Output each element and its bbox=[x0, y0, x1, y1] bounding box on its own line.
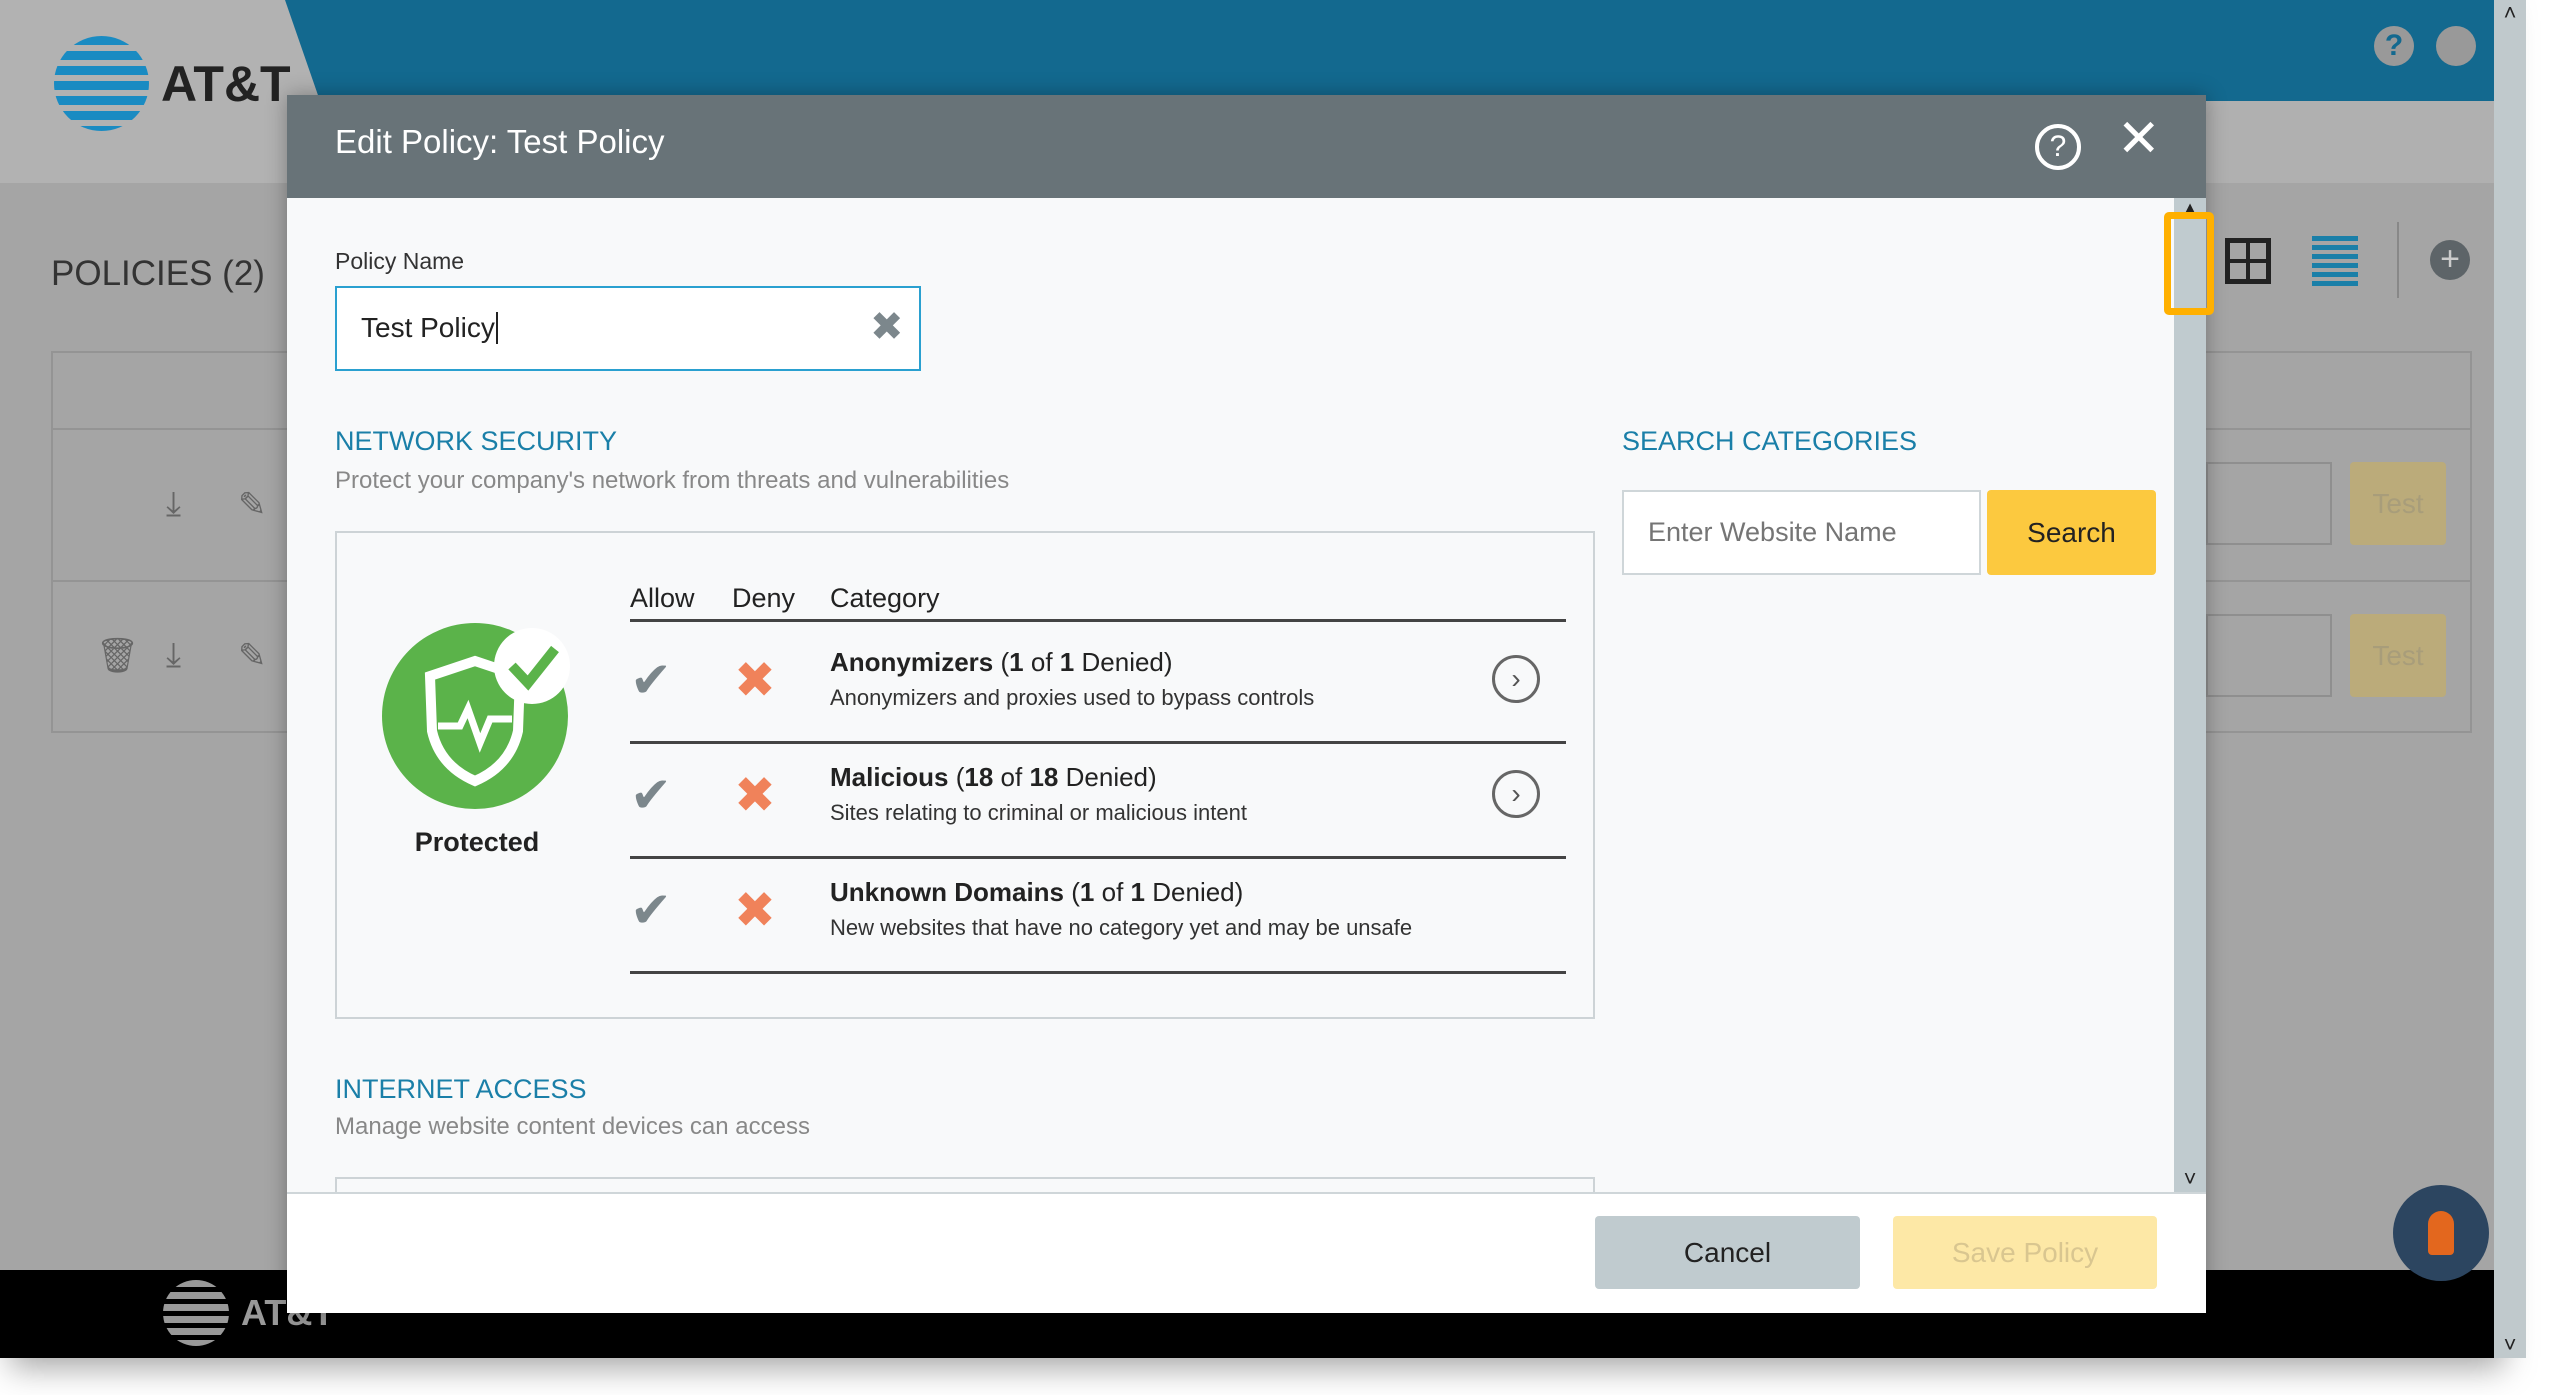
scrollbar-thumb-highlight[interactable] bbox=[2164, 212, 2214, 315]
chat-assistant-button[interactable] bbox=[2393, 1185, 2489, 1281]
dialog-footer: Cancel Save Policy bbox=[287, 1192, 2206, 1313]
download-icon[interactable]: ⤓ bbox=[166, 636, 181, 675]
top-header bbox=[0, 0, 2494, 101]
scroll-up-icon[interactable]: ˄ bbox=[2494, 0, 2526, 26]
category-description: New websites that have no category yet a… bbox=[830, 915, 1413, 940]
allow-check-icon[interactable]: ✔ bbox=[630, 766, 672, 824]
category-description: Sites relating to criminal or malicious … bbox=[830, 800, 1247, 825]
dialog-header: Edit Policy: Test Policy ? ✕ bbox=[287, 95, 2206, 198]
website-search-input[interactable] bbox=[1622, 490, 1981, 575]
edit-policy-dialog: Edit Policy: Test Policy ? ✕ Policy Name… bbox=[287, 95, 2214, 1313]
search-categories-title: SEARCH CATEGORIES bbox=[1622, 426, 1918, 456]
category-title: Malicious (18 of 18 Denied) bbox=[830, 762, 1157, 792]
category-title: Unknown Domains (1 of 1 Denied) bbox=[830, 877, 1244, 907]
internet-access-panel bbox=[335, 1177, 1595, 1192]
cancel-button[interactable]: Cancel bbox=[1595, 1216, 1860, 1289]
internet-access-title: INTERNET ACCESS bbox=[335, 1074, 587, 1104]
brand-text: AT&T bbox=[161, 55, 291, 112]
trash-icon[interactable]: 🗑 bbox=[96, 636, 139, 676]
dialog-title: Edit Policy: Test Policy bbox=[335, 123, 665, 160]
page-title: POLICIES (2) bbox=[51, 254, 265, 293]
chevron-right-icon[interactable]: › bbox=[1492, 770, 1540, 818]
deny-x-icon[interactable]: ✖ bbox=[734, 766, 776, 824]
category-title: Anonymizers (1 of 1 Denied) bbox=[830, 647, 1173, 677]
network-security-title: NETWORK SECURITY bbox=[335, 426, 618, 456]
clear-input-icon[interactable]: ✖ bbox=[870, 304, 904, 350]
att-logo[interactable]: AT&T bbox=[54, 36, 291, 131]
scroll-down-icon[interactable]: ˅ bbox=[2174, 1166, 2206, 1192]
scroll-down-icon[interactable]: ˅ bbox=[2494, 1332, 2526, 1358]
edit-icon[interactable]: ✎ bbox=[238, 485, 267, 525]
assistant-avatar-icon bbox=[2428, 1211, 2454, 1255]
policy-name-label: Policy Name bbox=[335, 248, 465, 274]
grid-view-icon[interactable] bbox=[2225, 238, 2271, 284]
save-policy-button[interactable]: Save Policy bbox=[1893, 1216, 2157, 1289]
test-button[interactable]: Test bbox=[2350, 614, 2446, 697]
network-security-description: Protect your company's network from thre… bbox=[335, 467, 1010, 494]
internet-access-description: Manage website content devices can acces… bbox=[335, 1113, 810, 1140]
column-allow: Allow bbox=[630, 583, 695, 613]
column-deny: Deny bbox=[732, 583, 796, 613]
close-icon[interactable]: ✕ bbox=[2117, 113, 2161, 165]
bg-input bbox=[2206, 614, 2332, 697]
test-button[interactable]: Test bbox=[2350, 462, 2446, 545]
category-row: ✔ ✖ Anonymizers (1 of 1 Denied) Anonymiz… bbox=[630, 629, 1566, 744]
page-scrollbar[interactable]: ˄ ˅ bbox=[2494, 0, 2526, 1358]
search-button[interactable]: Search bbox=[1987, 490, 2156, 575]
bg-input bbox=[2206, 462, 2332, 545]
allow-check-icon[interactable]: ✔ bbox=[630, 881, 672, 939]
dialog-scrollbar[interactable]: ▲ ˅ bbox=[2164, 198, 2214, 1192]
user-icon[interactable] bbox=[2436, 26, 2476, 66]
protected-status: Protected bbox=[414, 827, 540, 857]
category-description: Anonymizers and proxies used to bypass c… bbox=[830, 685, 1315, 710]
help-icon[interactable]: ? bbox=[2374, 26, 2414, 66]
download-icon[interactable]: ⤓ bbox=[166, 485, 181, 524]
att-globe-icon bbox=[54, 36, 149, 131]
add-policy-icon[interactable]: + bbox=[2430, 240, 2470, 280]
protected-shield-icon bbox=[382, 623, 570, 809]
edit-icon[interactable]: ✎ bbox=[238, 636, 267, 676]
category-row: ✔ ✖ Unknown Domains (1 of 1 Denied) New … bbox=[630, 859, 1566, 974]
deny-x-icon[interactable]: ✖ bbox=[734, 651, 776, 709]
network-security-panel: Protected Allow Deny Category ✔ ✖ Anonym… bbox=[335, 531, 1595, 1019]
list-view-icon[interactable] bbox=[2312, 236, 2358, 286]
deny-x-icon[interactable]: ✖ bbox=[734, 881, 776, 939]
column-category: Category bbox=[830, 583, 940, 613]
category-row: ✔ ✖ Malicious (18 of 18 Denied) Sites re… bbox=[630, 744, 1566, 859]
policy-name-input[interactable]: Test Policy ✖ bbox=[335, 286, 921, 371]
help-icon[interactable]: ? bbox=[2035, 124, 2081, 170]
allow-check-icon[interactable]: ✔ bbox=[630, 651, 672, 709]
chevron-right-icon[interactable]: › bbox=[1492, 655, 1540, 703]
